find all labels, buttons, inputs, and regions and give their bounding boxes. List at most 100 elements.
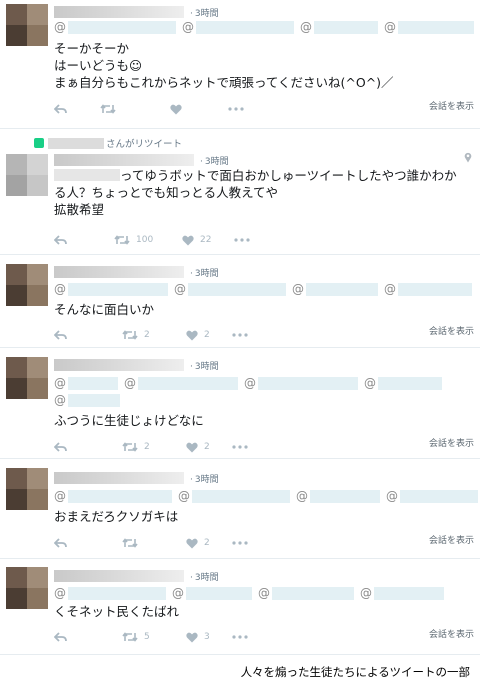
tweet-time[interactable]: 3時間 [195,475,219,485]
mention[interactable]: @ [384,20,474,34]
show-conversation-link[interactable]: 会話を表示 [429,99,474,112]
reply-icon [54,538,67,548]
mention[interactable]: @ [384,282,472,296]
retweet-button[interactable]: 2 [122,330,186,340]
mention[interactable]: @ [54,393,120,407]
blurred-account [54,169,120,181]
like-button[interactable]: 2 [186,442,232,453]
mention[interactable]: @ [258,586,354,600]
tweet[interactable]: · 3時間 @ @ @ @ そーかそーか はーいどうも☺ まぁ自分らもこれからネッ… [0,0,480,129]
tweet-time[interactable]: 3時間 [195,573,219,583]
mention[interactable]: @ [364,376,442,390]
mention[interactable]: @ [54,282,168,296]
tweet-time[interactable]: 3時間 [195,269,219,279]
more-icon [228,107,244,111]
like-icon [186,538,198,548]
avatar[interactable] [6,4,48,46]
reply-button[interactable] [54,632,122,642]
retweet-count: 100 [136,235,154,245]
like-button[interactable]: 2 [186,538,232,549]
retweet-button[interactable]: 5 [122,632,186,642]
reply-button[interactable] [54,235,114,245]
reply-icon [54,632,67,642]
like-button[interactable]: 2 [186,330,232,341]
tweet[interactable]: · 3時間 @ @ @ @ おまえだろクソガキは 2 会話を表示 [0,459,480,559]
mention-list: @ @ @ @ [54,586,450,600]
show-conversation-link[interactable]: 会話を表示 [429,436,474,449]
retweet-icon [122,442,138,452]
mention[interactable]: @ [178,489,290,503]
user-name-blurred[interactable] [54,266,184,278]
tweet-header: · 3時間 [54,357,219,373]
retweet-button[interactable] [122,538,186,548]
like-button[interactable] [170,104,228,115]
retweet-button[interactable] [100,104,170,114]
mention[interactable]: @ [54,586,166,600]
like-count: 3 [204,632,210,642]
more-button[interactable] [228,107,244,111]
retweet-icon [114,235,130,245]
mention[interactable]: @ [244,376,358,390]
like-count: 2 [204,330,210,340]
more-icon [232,635,248,639]
tweet[interactable]: · 3時間 @ @ @ @ そんなに面白いか 2 2 会話を表示 [0,255,480,348]
tweet-time[interactable]: 3時間 [205,157,229,167]
like-button[interactable]: 3 [186,632,232,643]
mention[interactable]: @ [124,376,238,390]
reply-button[interactable] [54,330,122,340]
avatar[interactable] [6,264,48,306]
more-button[interactable] [232,635,248,639]
tweet-time[interactable]: 3時間 [195,9,219,19]
tweet-text: ふつうに生徒じょけどなに [54,413,204,428]
mention[interactable]: @ [300,20,378,34]
user-name-blurred[interactable] [54,472,184,484]
like-icon [170,104,182,114]
mention[interactable]: @ [54,489,172,503]
retweet-icon [122,632,138,642]
retweet-button[interactable]: 2 [122,442,186,452]
more-button[interactable] [234,238,250,242]
tweet[interactable]: · 3時間 @ @ @ @ @ ふつうに生徒じょけどなに 2 2 会話を表示 [0,348,480,459]
show-conversation-link[interactable]: 会話を表示 [429,627,474,640]
reply-button[interactable] [54,104,100,114]
more-button[interactable] [232,541,248,545]
tweet[interactable]: · 3時間 @ @ @ @ くそネット民くたばれ 5 3 会話を表示 [0,559,480,655]
mention-list: @ @ @ @ [54,282,478,296]
retweet-button[interactable]: 100 [114,235,182,245]
mention[interactable]: @ [172,586,252,600]
mention[interactable]: @ [360,586,444,600]
reply-icon [54,235,67,245]
like-count: 22 [200,235,212,245]
retweeter-name-blurred[interactable] [48,137,104,149]
mention[interactable]: @ [182,20,294,34]
mention[interactable]: @ [292,282,378,296]
retweet-count: 2 [144,330,150,340]
show-conversation-link[interactable]: 会話を表示 [429,533,474,546]
like-icon [186,330,198,340]
reply-button[interactable] [54,538,122,548]
reply-button[interactable] [54,442,122,452]
user-name-blurred[interactable] [54,570,184,582]
mention[interactable]: @ [386,489,478,503]
tweet-header: · 3時間 [54,568,219,584]
like-button[interactable]: 22 [182,235,234,246]
avatar[interactable] [6,357,48,399]
mention-list: @ @ @ @ [54,376,448,390]
avatar[interactable] [6,468,48,510]
mention[interactable]: @ [54,20,176,34]
more-button[interactable] [232,333,248,337]
tweet-time[interactable]: 3時間 [195,362,219,372]
mention[interactable]: @ [54,376,118,390]
user-name-blurred[interactable] [54,6,184,18]
show-conversation-link[interactable]: 会話を表示 [429,324,474,337]
mention[interactable]: @ [174,282,286,296]
user-name-blurred[interactable] [54,154,194,166]
tweet-actions: 2 [54,536,248,550]
like-icon [186,442,198,452]
more-button[interactable] [232,445,248,449]
avatar[interactable] [6,567,48,609]
user-name-blurred[interactable] [54,359,184,371]
avatar[interactable] [6,154,48,196]
retweet-count: 2 [144,442,150,452]
mention[interactable]: @ [296,489,380,503]
